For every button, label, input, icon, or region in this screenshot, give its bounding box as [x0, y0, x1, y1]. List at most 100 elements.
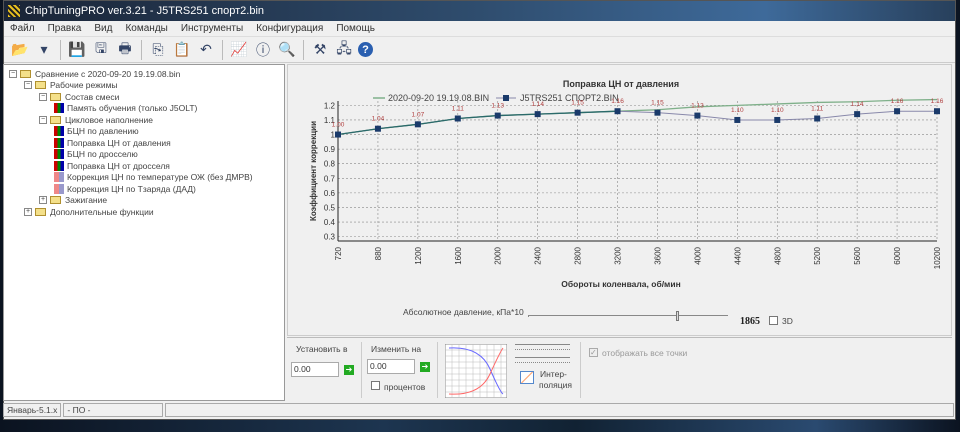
chart-title: Поправка ЦН от давления — [563, 79, 679, 89]
x-tick-label: 4400 — [733, 246, 742, 264]
apply-change-button[interactable]: ➔ — [420, 362, 430, 372]
menu-6[interactable]: Помощь — [336, 23, 375, 34]
tree-item[interactable]: − Сравнение с 2020-09-20 19.19.08.bin — [9, 68, 180, 79]
data-label: 1.07 — [412, 111, 425, 118]
tree-item[interactable]: − Рабочие режимы — [24, 80, 118, 91]
open-icon[interactable]: 📂 — [10, 40, 30, 60]
legend-label: 2020-09-20 19.19.08.BIN — [388, 93, 489, 103]
smoothing-curve-button[interactable] — [445, 344, 507, 398]
undo-icon[interactable]: ↶ — [196, 40, 216, 60]
map-icon — [54, 149, 64, 159]
status-empty — [165, 403, 954, 417]
map-icon — [54, 172, 64, 182]
window-title: ChipTuningPRO ver.3.21 - J5TRS251 спорт2… — [25, 5, 265, 17]
expand-toggle[interactable]: + — [39, 196, 47, 204]
expand-toggle[interactable]: + — [24, 207, 32, 216]
percent-checkbox[interactable] — [371, 381, 380, 390]
save-icon[interactable]: 💾 — [67, 40, 87, 60]
tree-item[interactable]: Память обучения (только J5OLT) — [54, 103, 197, 114]
apply-set-button[interactable]: ➔ — [344, 365, 354, 375]
interpolation-icon[interactable] — [520, 371, 534, 384]
expand-toggle[interactable]: − — [9, 69, 17, 78]
tree-item[interactable]: + Зажигание — [39, 195, 107, 206]
dropdown-icon[interactable]: ▾ — [34, 40, 54, 60]
map-tree[interactable]: − Сравнение с 2020-09-20 19.19.08.bin − Раб… — [3, 64, 285, 401]
menu-1[interactable]: Правка — [48, 23, 82, 34]
tree-item[interactable]: Коррекция ЦН по Тзаряда (ДАД) — [54, 183, 196, 194]
tree-item[interactable]: Поправка ЦН от дросселя — [54, 160, 170, 171]
tree-item-label: БЦН по дросселю — [67, 149, 138, 159]
pressure-slider-track[interactable] — [528, 315, 728, 317]
status-bar: Январь-5.1.x - ПО - — [3, 403, 956, 417]
tree-item[interactable]: БЦН по давлению — [54, 126, 139, 137]
help-icon[interactable]: ? — [358, 42, 373, 57]
x-tick-label: 4800 — [773, 246, 782, 264]
x-tick-label: 5200 — [813, 246, 822, 264]
change-by-input[interactable]: 0.00 — [367, 359, 415, 374]
x-tick-label: 1200 — [414, 246, 423, 264]
x-axis-label: Обороты коленвала, об/мин — [561, 279, 680, 289]
data-point — [534, 111, 541, 118]
show-all-points-label: отображать все точки — [602, 348, 688, 358]
tools-icon[interactable]: ⚒ — [310, 40, 330, 60]
data-point — [734, 116, 741, 123]
expand-toggle[interactable]: − — [24, 81, 32, 89]
map-icon — [54, 126, 64, 136]
interpolation-label-2: поляция — [539, 380, 572, 390]
menu-3[interactable]: Команды — [125, 23, 167, 34]
data-point — [774, 116, 781, 123]
interpolation-label-1: Интер- — [540, 369, 567, 379]
y-tick-label: 0.3 — [324, 233, 336, 242]
y-tick-label: 0.9 — [324, 145, 336, 154]
interp-slider-1[interactable] — [515, 344, 570, 350]
change-by-value: 0.00 — [370, 361, 387, 371]
print-icon[interactable]: 🖶 — [115, 40, 135, 60]
app-logo-icon — [8, 5, 20, 17]
data-label: 1.13 — [691, 103, 704, 110]
show-all-points-checkbox[interactable]: ✓ — [589, 348, 598, 357]
edit-panel: Установить в 0.00 ➔ Изменить на 0.00 ➔ п… — [287, 337, 952, 401]
menu-4[interactable]: Инструменты — [181, 23, 243, 34]
3d-checkbox[interactable] — [769, 316, 778, 325]
data-point — [374, 125, 381, 132]
data-point — [494, 112, 501, 119]
tree-item[interactable]: + Дополнительные функции — [24, 206, 154, 217]
pressure-value: 1865 — [740, 316, 760, 327]
tree-item[interactable]: − Цикловое наполнение — [39, 114, 153, 125]
map-icon — [54, 103, 64, 113]
save-as-icon[interactable]: 🖫 — [91, 40, 111, 60]
menu-5[interactable]: Конфигурация — [256, 23, 323, 34]
menu-0[interactable]: Файл — [10, 23, 35, 34]
expand-toggle[interactable]: − — [39, 92, 47, 101]
interp-slider-2[interactable] — [515, 357, 570, 363]
chart-icon[interactable]: 📈 — [229, 40, 249, 60]
map-icon — [54, 137, 64, 148]
paste-icon[interactable]: 📋 — [172, 40, 192, 60]
divider — [361, 342, 362, 398]
change-by-label: Изменить на — [371, 344, 422, 354]
copy-icon[interactable]: ⎘ — [148, 40, 168, 60]
tree-item[interactable]: Коррекция ЦН по температуре ОЖ (без ДМРВ… — [54, 172, 253, 183]
network-icon[interactable]: 🖧 — [334, 40, 354, 60]
data-point — [854, 111, 861, 118]
tree-item[interactable]: БЦН по дросселю — [54, 149, 138, 160]
pressure-slider-thumb[interactable] — [676, 311, 679, 321]
tree-item-label: Коррекция ЦН по Тзаряда (ДАД) — [67, 183, 196, 194]
data-label: 1.04 — [372, 116, 385, 123]
tree-item-label: Коррекция ЦН по температуре ОЖ (без ДМРВ… — [67, 172, 253, 182]
tree-item[interactable]: − Состав смеси — [39, 91, 119, 102]
expand-toggle[interactable]: − — [39, 115, 47, 124]
pressure-label: Абсолютное давление, кПа*10 — [403, 307, 524, 317]
menu-2[interactable]: Вид — [94, 23, 112, 34]
set-to-value: 0.00 — [294, 364, 311, 374]
set-to-input[interactable]: 0.00 — [291, 362, 339, 377]
data-label: 1.14 — [531, 101, 544, 108]
data-point — [894, 108, 901, 115]
search-icon[interactable]: 🔍 — [277, 40, 297, 60]
tree-item-label: БЦН по давлению — [67, 126, 139, 136]
x-tick-label: 4000 — [693, 246, 702, 264]
x-tick-label: 2800 — [574, 246, 583, 264]
toolbar: 📂 ▾ 💾 🖫 🖶 ⎘ 📋 ↶ 📈 ⓘ 🔍 ⚒ 🖧? — [4, 37, 955, 63]
info-icon[interactable]: ⓘ — [253, 40, 273, 60]
tree-item[interactable]: Поправка ЦН от давления — [54, 137, 171, 148]
